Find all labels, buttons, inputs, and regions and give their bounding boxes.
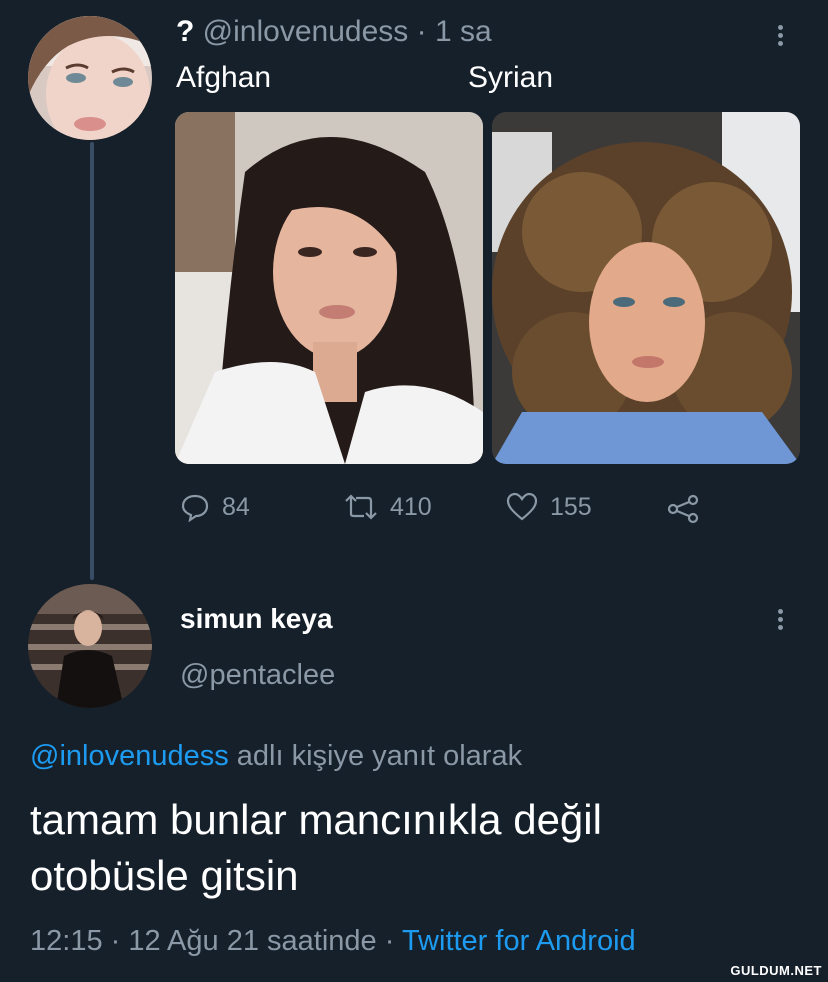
photo-woman-dark-hair <box>175 112 483 464</box>
tweet-text: tamam bunlar mancınıkla değil otobüsle g… <box>30 792 602 904</box>
retweet-count: 410 <box>390 492 432 521</box>
reply-count: 84 <box>222 492 250 521</box>
avatar-photo <box>28 16 152 140</box>
like-action[interactable]: 155 <box>506 492 592 522</box>
tweet-text-line-2: otobüsle gitsin <box>30 852 299 899</box>
tweet-metadata: 12:15 · 12 Ağu 21 saatinde · Twitter for… <box>30 922 636 960</box>
display-name-mark[interactable]: ? <box>176 15 194 48</box>
avatar-photo <box>28 584 152 708</box>
handle[interactable]: @pentaclee <box>180 658 335 692</box>
tweet-photo-left[interactable] <box>175 112 483 464</box>
tweet1-header: ? @inlovenudess · 1 sa <box>176 14 492 50</box>
separator: · <box>416 15 427 48</box>
like-count: 155 <box>550 492 592 521</box>
display-name[interactable]: simun keya <box>180 602 333 636</box>
timestamp[interactable]: 12:15 · 12 Ağu 21 saatinde · <box>30 925 394 957</box>
share-icon <box>667 494 699 524</box>
retweet-icon <box>345 494 377 520</box>
reply-icon <box>181 494 209 522</box>
more-vertical-icon[interactable] <box>778 22 783 49</box>
reply-context: @inlovenudess adlı kişiye yanıt olarak <box>30 738 522 774</box>
tweet-text-line-1: tamam bunlar mancınıkla değil <box>30 796 602 843</box>
like-icon <box>506 492 538 521</box>
more-vertical-icon[interactable] <box>778 606 783 633</box>
reply-to-suffix: adlı kişiye yanıt olarak <box>236 740 523 772</box>
share-action[interactable] <box>666 494 700 529</box>
avatar-pentaclee[interactable] <box>28 584 152 708</box>
watermark: GULDUM.NET <box>730 963 822 978</box>
tweet-time[interactable]: 1 sa <box>435 15 492 48</box>
photo-woman-curly-hair <box>492 112 800 464</box>
reply-action[interactable]: 84 <box>180 492 250 522</box>
caption-left: Afghan <box>176 61 272 94</box>
retweet-action[interactable]: 410 <box>344 492 432 522</box>
thread-connector-line <box>90 142 94 580</box>
tweet-photo-right[interactable] <box>492 112 800 464</box>
avatar-inlovenudess[interactable] <box>28 16 152 140</box>
reply-to-link[interactable]: @inlovenudess <box>30 740 229 772</box>
source-link[interactable]: Twitter for Android <box>402 925 636 957</box>
handle[interactable]: @inlovenudess <box>203 15 409 48</box>
caption-right: Syrian <box>468 61 554 94</box>
